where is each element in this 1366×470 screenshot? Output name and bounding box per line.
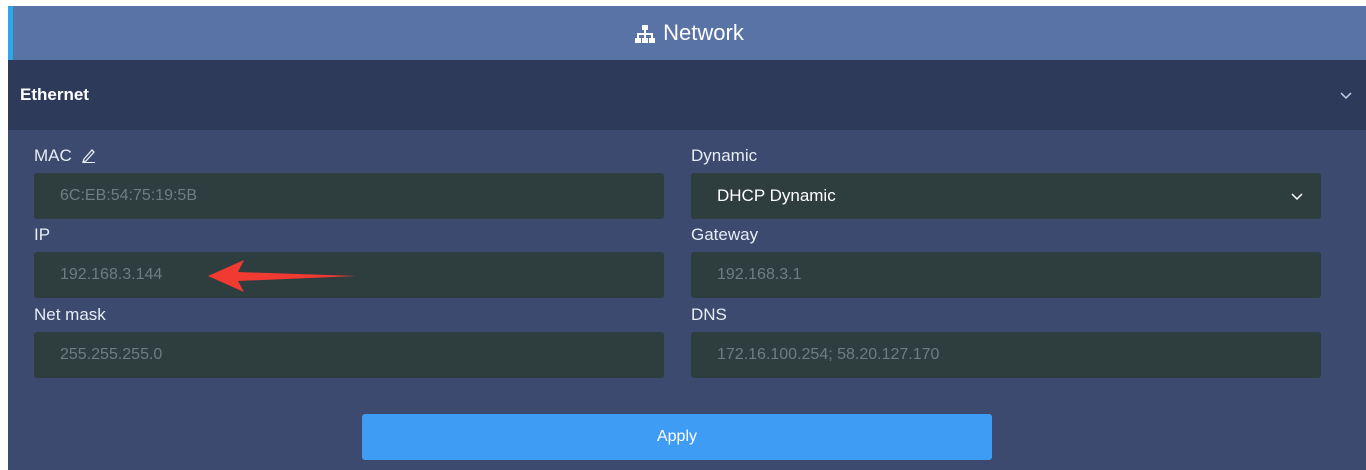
gateway-value: 192.168.3.1: [717, 266, 802, 283]
ip-value: 192.168.3.144: [60, 266, 163, 283]
gateway-label: Gateway: [691, 225, 759, 244]
section-title: Ethernet: [20, 85, 89, 104]
panel-header: Network: [8, 6, 1366, 60]
dns-value: 172.16.100.254; 58.20.127.170: [717, 346, 940, 363]
mac-value: 6C:EB:54:75:19:5B: [60, 187, 197, 204]
mac-label-text: MAC: [34, 146, 72, 165]
dynamic-select[interactable]: DHCP Dynamic: [691, 173, 1321, 219]
netmask-value: 255.255.255.0: [60, 346, 163, 363]
apply-button[interactable]: Apply: [362, 414, 992, 460]
dynamic-label: Dynamic: [691, 146, 758, 165]
panel-title: Network: [663, 20, 744, 45]
network-icon: [635, 25, 656, 43]
ip-label: IP: [34, 225, 51, 244]
chevron-down-icon: [1291, 193, 1303, 201]
ethernet-section-toggle[interactable]: Ethernet: [8, 60, 1366, 130]
gateway-field[interactable]: 192.168.3.1: [691, 252, 1321, 298]
mac-label: MAC: [34, 146, 97, 166]
annotation-arrow-icon: [208, 260, 356, 292]
edit-pen-icon[interactable]: [81, 147, 97, 164]
chevron-down-icon: [1340, 92, 1352, 100]
dns-field[interactable]: 172.16.100.254; 58.20.127.170: [691, 332, 1321, 378]
mac-field[interactable]: 6C:EB:54:75:19:5B: [34, 173, 664, 219]
dns-label: DNS: [691, 305, 727, 324]
network-panel: Network Ethernet MAC 6C:EB:54:75:19:5B I…: [8, 6, 1366, 470]
netmask-field[interactable]: 255.255.255.0: [34, 332, 664, 378]
netmask-label: Net mask: [34, 305, 106, 324]
dynamic-value: DHCP Dynamic: [717, 186, 836, 205]
